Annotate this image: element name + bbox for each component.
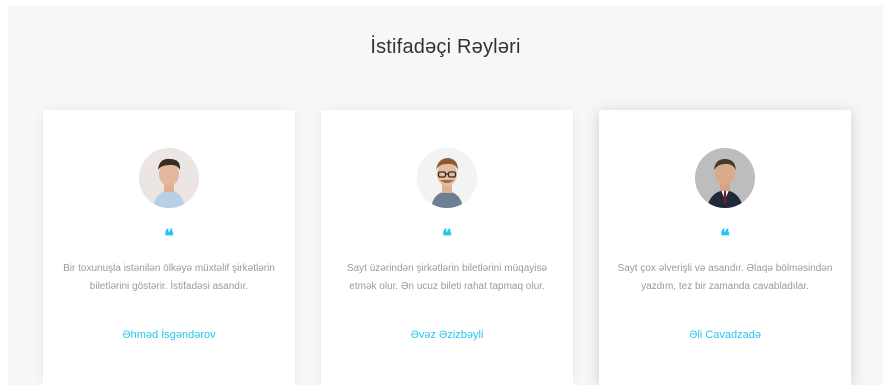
quote-icon: ❝ xyxy=(720,226,730,247)
person-avatar-icon xyxy=(139,148,199,208)
testimonial-card: ❝ Sayt çox əlverişli və asandır. Əlaqə b… xyxy=(599,110,851,385)
testimonial-card: ❝ Bir toxunuşla istənilən ölkəyə müxtəli… xyxy=(43,110,295,385)
quote-icon: ❝ xyxy=(442,226,452,247)
testimonial-text: Sayt çox əlverişli və asandır. Əlaqə böl… xyxy=(617,263,833,292)
author-link[interactable]: Əvəz Əzizbəyli xyxy=(321,329,573,341)
author-link[interactable]: Əhməd İsgəndərov xyxy=(43,329,295,341)
section-title: İstifadəçi Rəyləri xyxy=(370,36,521,58)
quote-icon: ❝ xyxy=(164,226,174,247)
person-avatar-icon xyxy=(695,148,755,208)
person-avatar-icon xyxy=(417,148,477,208)
avatar xyxy=(139,148,199,208)
testimonials-section: İstifadəçi Rəyləri ❝ Bir toxunuşla istən… xyxy=(8,6,883,385)
testimonial-text: Bir toxunuşla istənilən ölkəyə müxtəlif … xyxy=(63,263,275,292)
author-link[interactable]: Əli Cavadzadə xyxy=(599,329,851,341)
avatar xyxy=(695,148,755,208)
testimonial-text: Sayt üzərindən şirkətlərin biletlərini m… xyxy=(346,263,548,292)
testimonial-card: ❝ Sayt üzərindən şirkətlərin biletlərini… xyxy=(321,110,573,385)
avatar xyxy=(417,148,477,208)
